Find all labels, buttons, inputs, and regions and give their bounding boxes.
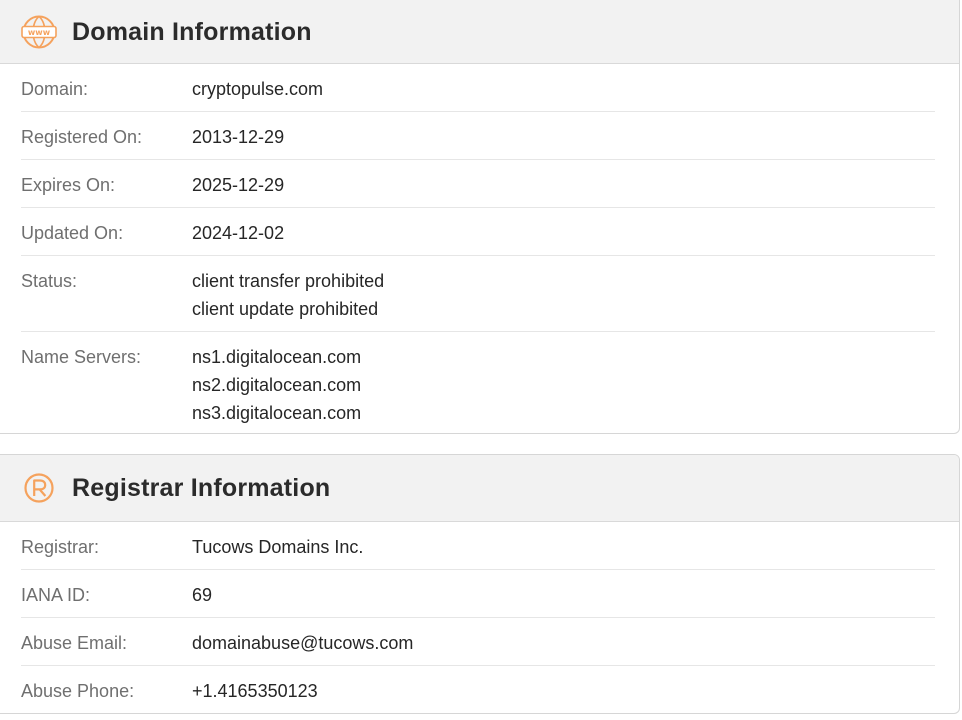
registered-on-value: 2013-12-29 [192, 127, 285, 147]
name-server-value: ns1.digitalocean.com [192, 347, 362, 367]
iana-id-label: IANA ID: [21, 585, 91, 605]
registered-on-label: Registered On: [21, 127, 143, 147]
name-server-value: ns2.digitalocean.com [192, 375, 362, 395]
domain-label: Domain: [21, 79, 89, 99]
updated-on-label: Updated On: [21, 223, 124, 243]
registrar-information-header: Registrar Information [0, 455, 959, 522]
registrar-label: Registrar: [21, 537, 100, 557]
domain-value: cryptopulse.com [192, 79, 324, 99]
expires-on-label: Expires On: [21, 175, 116, 195]
iana-id-value: 69 [192, 585, 213, 605]
www-globe-icon: www [21, 14, 57, 50]
name-servers-label: Name Servers: [21, 347, 142, 367]
registrar-value: Tucows Domains Inc. [192, 537, 364, 557]
domain-information-card: www Domain Information Domain: cryptopul… [0, 0, 960, 434]
registrar-information-title: Registrar Information [72, 473, 331, 502]
expires-on-value: 2025-12-29 [192, 175, 285, 195]
abuse-email-value: domainabuse@tucows.com [192, 633, 414, 653]
registrar-row: Registrar: Tucows Domains Inc. [21, 522, 935, 570]
status-label: Status: [21, 271, 78, 291]
domain-information-title: Domain Information [72, 17, 312, 46]
status-value: client transfer prohibited [192, 271, 385, 291]
abuse-phone-row: Abuse Phone: +1.4165350123 [21, 666, 935, 713]
status-value: client update prohibited [192, 299, 379, 319]
expires-on-row: Expires On: 2025-12-29 [21, 160, 935, 208]
registrar-information-card: Registrar Information Registrar: Tucows … [0, 454, 960, 714]
name-servers-values: ns1.digitalocean.com ns2.digitalocean.co… [192, 343, 362, 433]
name-server-value: ns3.digitalocean.com [192, 403, 362, 423]
updated-on-row: Updated On: 2024-12-02 [21, 208, 935, 256]
updated-on-value: 2024-12-02 [192, 223, 285, 243]
domain-row: Domain: cryptopulse.com [21, 64, 935, 112]
abuse-phone-value: +1.4165350123 [192, 681, 318, 701]
registered-on-row: Registered On: 2013-12-29 [21, 112, 935, 160]
registered-trademark-icon [21, 470, 57, 506]
svg-text:www: www [28, 28, 51, 37]
abuse-email-label: Abuse Email: [21, 633, 128, 653]
abuse-phone-label: Abuse Phone: [21, 681, 135, 701]
name-servers-row: Name Servers: ns1.digitalocean.com ns2.d… [21, 332, 935, 433]
status-values: client transfer prohibited client update… [192, 267, 384, 331]
domain-information-header: www Domain Information [0, 0, 959, 64]
iana-id-row: IANA ID: 69 [21, 570, 935, 618]
status-row: Status: client transfer prohibited clien… [21, 256, 935, 332]
abuse-email-row: Abuse Email: domainabuse@tucows.com [21, 618, 935, 666]
